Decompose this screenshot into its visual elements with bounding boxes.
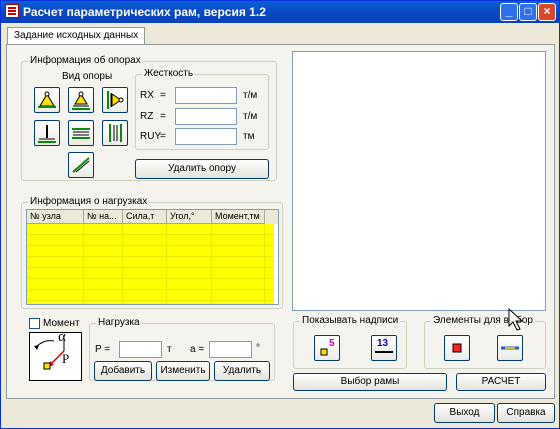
supports-group-title: Информация об опорах xyxy=(28,55,143,66)
rz-eq: = xyxy=(160,111,166,122)
load-form-title: Нагрузка xyxy=(96,317,142,328)
support-fixed-button[interactable] xyxy=(34,120,60,146)
moment-checkbox[interactable] xyxy=(29,318,40,329)
rx-label: RX xyxy=(140,90,154,101)
node-number-text: 5 xyxy=(329,338,335,349)
ruy-eq: = xyxy=(160,131,166,142)
col-moment[interactable]: Момент,тм xyxy=(212,210,265,224)
select-elements-button[interactable] xyxy=(497,335,523,361)
alpha-symbol: α xyxy=(58,329,66,345)
frame-canvas[interactable] xyxy=(292,51,546,311)
support-side-button[interactable] xyxy=(102,87,128,113)
loads-table-body[interactable] xyxy=(27,224,274,304)
a-input[interactable] xyxy=(209,341,252,358)
col-load-num[interactable]: № на... xyxy=(84,210,123,224)
roller-support-icon xyxy=(72,91,90,110)
inclined-support-icon xyxy=(72,157,90,173)
pinned-support-icon xyxy=(38,91,56,108)
a-unit: ° xyxy=(256,343,260,354)
p-symbol: P xyxy=(62,351,70,366)
p-unit: т xyxy=(167,344,172,355)
force-diagram xyxy=(29,332,82,381)
maximize-button[interactable]: □ xyxy=(519,3,537,21)
ruy-unit: тм xyxy=(243,131,255,142)
p-input[interactable] xyxy=(119,341,162,358)
rz-label: RZ xyxy=(140,111,154,122)
title-bar: Расчет параметрических рам, версия 1.2 _… xyxy=(1,1,559,23)
horizontal-slider-icon xyxy=(72,128,90,139)
col-force[interactable]: Сила,т xyxy=(123,210,167,224)
show-node-numbers-button[interactable]: 5 xyxy=(314,335,340,361)
support-inclined-button[interactable] xyxy=(68,152,94,178)
calculate-button[interactable]: РАСЧЕТ xyxy=(456,373,546,391)
support-slider-h-button[interactable] xyxy=(68,120,94,146)
add-load-button[interactable]: Добавить xyxy=(94,361,152,381)
show-element-numbers-button[interactable]: 13 xyxy=(371,335,397,361)
side-support-icon xyxy=(107,91,124,109)
delete-load-button[interactable]: Удалить xyxy=(214,361,270,381)
select-frame-button[interactable]: Выбор рамы xyxy=(293,373,447,391)
a-label: a = xyxy=(190,344,205,355)
ruy-input[interactable] xyxy=(175,128,237,145)
selection-elements-group: Элементы для выбор xyxy=(424,315,546,369)
rz-input[interactable] xyxy=(175,108,237,125)
main-window: Расчет параметрических рам, версия 1.2 _… xyxy=(0,0,560,429)
loads-table-header: № узла № на... Сила,т Угол,° Момент,тм xyxy=(27,210,278,224)
window-title: Расчет параметрических рам, версия 1.2 xyxy=(23,5,266,19)
loads-group-title: Информация о нагрузках xyxy=(28,196,150,207)
moment-checkbox-label: Момент xyxy=(43,318,80,329)
edit-load-button[interactable]: Изменить xyxy=(156,361,210,381)
delete-support-button[interactable]: Удалить опору xyxy=(135,159,269,179)
ruy-label: RUY xyxy=(140,131,162,142)
element-select-icon xyxy=(501,346,519,350)
support-slider-v-button[interactable] xyxy=(102,120,128,146)
support-pinned-button[interactable] xyxy=(34,87,60,113)
minimize-button[interactable]: _ xyxy=(500,3,518,21)
support-type-label: Вид опоры xyxy=(62,71,113,82)
support-roller-button[interactable] xyxy=(68,87,94,113)
tab-input-data[interactable]: Задание исходных данных xyxy=(7,27,146,45)
rx-unit: т/м xyxy=(243,90,258,101)
exit-button[interactable]: Выход xyxy=(434,403,495,423)
col-angle[interactable]: Угол,° xyxy=(167,210,212,224)
node-select-icon xyxy=(452,343,462,353)
col-node[interactable]: № узла xyxy=(27,210,84,224)
p-label: P = xyxy=(95,344,111,355)
help-button[interactable]: Справка xyxy=(497,403,555,423)
force-angle-icon xyxy=(34,339,65,370)
app-icon xyxy=(5,4,19,18)
fixed-support-icon xyxy=(38,125,56,143)
vertical-slider-icon xyxy=(109,124,122,142)
element-number-text: 13 xyxy=(377,338,389,349)
select-nodes-button[interactable] xyxy=(444,335,470,361)
show-labels-title: Показывать надписи xyxy=(300,315,401,326)
loads-table[interactable]: № узла № на... Сила,т Угол,° Момент,тм xyxy=(26,209,279,305)
rx-eq: = xyxy=(160,90,166,101)
mouse-cursor-icon xyxy=(508,308,524,331)
stiffness-group-title: Жесткость xyxy=(142,68,196,79)
rx-input[interactable] xyxy=(175,87,237,104)
rz-unit: т/м xyxy=(243,111,258,122)
close-button[interactable]: × xyxy=(538,3,556,21)
